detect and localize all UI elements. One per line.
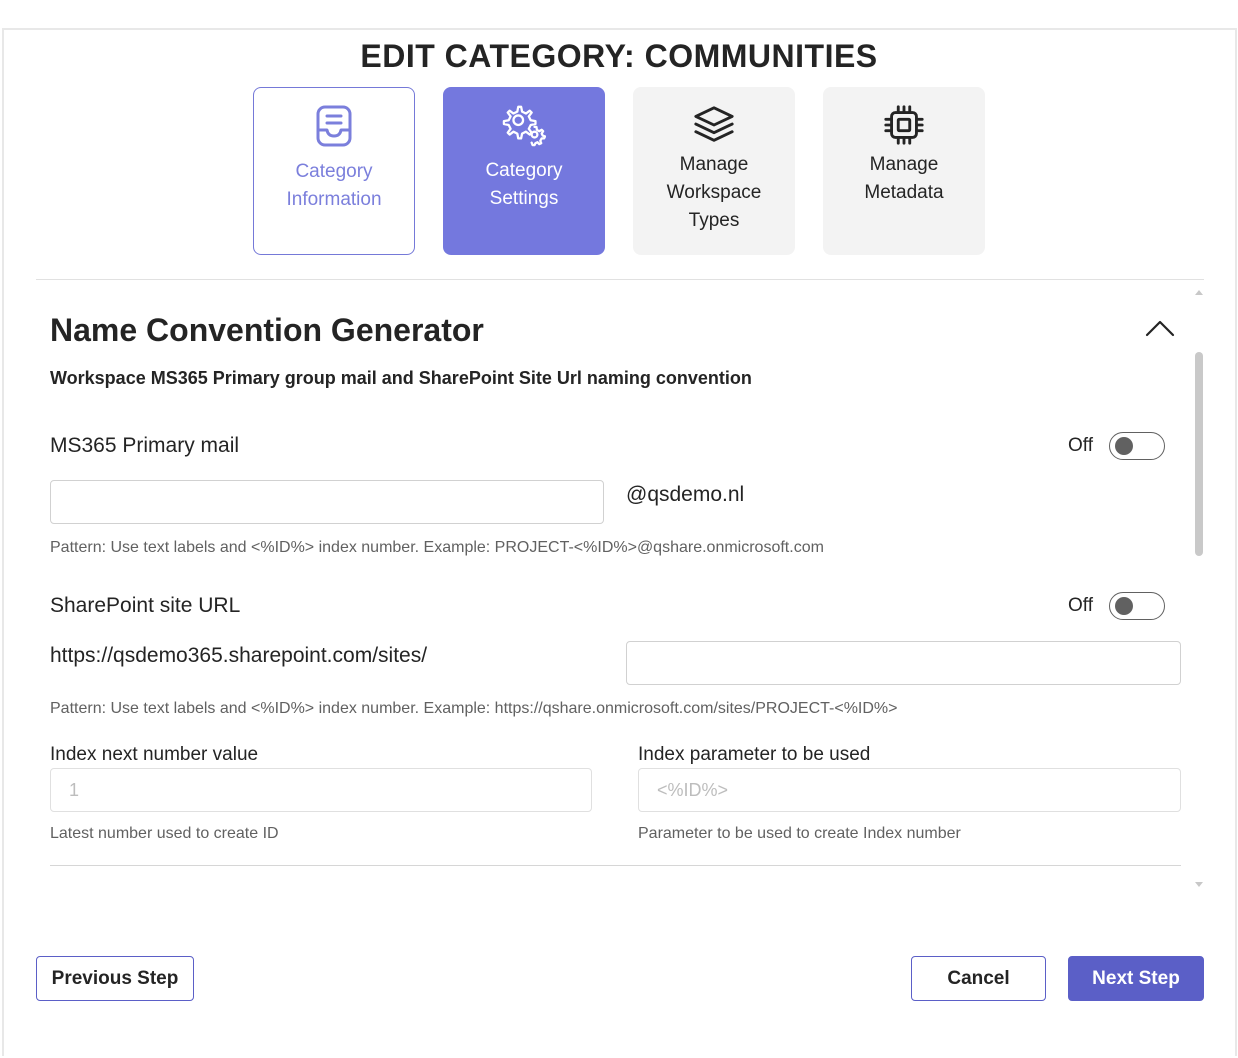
step-label-line: Category	[295, 161, 373, 182]
toggle-knob	[1115, 437, 1133, 455]
step-manage-metadata[interactable]: Manage Metadata	[823, 87, 985, 255]
index-next-hint: Latest number used to create ID	[50, 825, 279, 842]
sharepoint-url-label: SharePoint site URL	[50, 594, 241, 617]
step-category-settings[interactable]: Category Settings	[443, 87, 605, 255]
primary-mail-domain-suffix: @qsdemo.nl	[626, 483, 745, 506]
sharepoint-url-toggle-state: Off	[1068, 595, 1093, 616]
step-label-line: Metadata	[864, 182, 944, 203]
primary-mail-hint: Pattern: Use text labels and <%ID%> inde…	[50, 539, 824, 556]
sharepoint-url-input[interactable]	[626, 641, 1181, 685]
chevron-up-icon[interactable]	[1144, 316, 1176, 340]
index-next-label: Index next number value	[50, 744, 259, 765]
sharepoint-url-toggle[interactable]	[1109, 592, 1165, 620]
step-label-line: Settings	[489, 188, 559, 209]
step-label-line: Category	[485, 160, 563, 181]
primary-mail-toggle-state: Off	[1068, 435, 1093, 456]
index-param-input	[638, 768, 1181, 812]
index-param-hint: Parameter to be used to create Index num…	[638, 825, 961, 842]
primary-mail-toggle-group: Off	[1068, 432, 1165, 460]
step-label-line: Manage	[869, 154, 939, 175]
index-param-label: Index parameter to be used	[638, 744, 871, 765]
gears-icon	[502, 103, 546, 147]
toggle-knob	[1115, 597, 1133, 615]
chip-icon	[882, 103, 926, 147]
section-title: Name Convention Generator	[50, 312, 484, 348]
divider	[50, 865, 1181, 866]
scroll-down-arrow-icon[interactable]	[1195, 882, 1203, 887]
inbox-icon	[312, 104, 356, 148]
step-category-information[interactable]: Category Information	[253, 87, 415, 255]
dialog-title: EDIT CATEGORY: COMMUNITIES	[360, 38, 878, 74]
step-navigation: Category Information Category Settings M…	[253, 87, 985, 255]
step-label-line: Information	[286, 189, 382, 210]
sharepoint-url-hint: Pattern: Use text labels and <%ID%> inde…	[50, 700, 898, 717]
primary-mail-label: MS365 Primary mail	[50, 434, 240, 457]
primary-mail-input[interactable]	[50, 480, 604, 524]
previous-step-button[interactable]: Previous Step	[36, 956, 194, 1001]
layers-icon	[692, 103, 736, 147]
index-next-input	[50, 768, 592, 812]
cancel-button[interactable]: Cancel	[911, 956, 1046, 1001]
step-label-line: Types	[688, 210, 740, 231]
scrollbar-thumb[interactable]	[1195, 352, 1203, 556]
step-manage-workspace-types[interactable]: Manage Workspace Types	[633, 87, 795, 255]
primary-mail-toggle[interactable]	[1109, 432, 1165, 460]
step-label-line: Manage	[679, 154, 749, 175]
divider	[36, 279, 1204, 280]
next-step-button[interactable]: Next Step	[1068, 956, 1204, 1001]
section-subtitle: Workspace MS365 Primary group mail and S…	[50, 368, 752, 388]
sharepoint-url-prefix: https://qsdemo365.sharepoint.com/sites/	[50, 644, 428, 667]
step-label-line: Workspace	[666, 182, 762, 203]
sharepoint-url-toggle-group: Off	[1068, 592, 1165, 620]
scroll-up-arrow-icon[interactable]	[1195, 290, 1203, 295]
scrollbar[interactable]	[1192, 290, 1206, 890]
